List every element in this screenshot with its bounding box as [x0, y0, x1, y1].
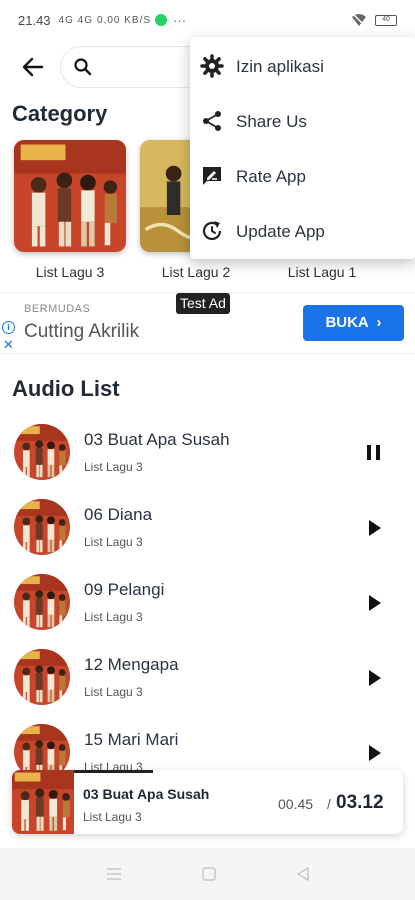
player-total-time: 03.12 [336, 792, 384, 813]
ad-cta-button[interactable]: BUKA › [303, 305, 404, 341]
play-icon[interactable] [360, 590, 388, 616]
track-title: 03 Buat Apa Susah [84, 430, 230, 449]
track-thumbnail [14, 424, 70, 480]
wifi-off-icon [352, 13, 366, 27]
list-item[interactable]: 09 Pelangi List Lagu 3 [0, 570, 415, 640]
track-title: 06 Diana [84, 505, 153, 524]
status-bar: 21.43 4G 4G 0,00 KB/S ··· 40 [0, 0, 415, 40]
ad-brand: BERMUDAS [24, 303, 91, 315]
whatsapp-icon [155, 14, 168, 26]
menu-item-permissions[interactable]: Izin aplikasi [190, 39, 415, 94]
track-thumbnail [14, 499, 70, 555]
status-time: 21.43 [18, 12, 51, 28]
track-title: 12 Mengapa [84, 655, 179, 674]
system-nav-bar [0, 848, 415, 900]
gear-icon [200, 54, 224, 78]
player-time-separator: / [327, 796, 331, 812]
back-nav-icon[interactable] [296, 867, 310, 881]
menu-item-label: Update App [236, 222, 325, 241]
category-name: List Lagu 2 [161, 264, 231, 280]
ad-headline: Cutting Akrilik [24, 321, 140, 342]
share-icon [203, 111, 221, 131]
ad-cta-label: BUKA [325, 314, 369, 331]
player-title: 03 Buat Apa Susah [83, 786, 210, 802]
play-icon[interactable] [360, 740, 388, 766]
ad-info-icon[interactable]: i [2, 321, 15, 334]
chevron-right-icon: › [372, 314, 382, 331]
more-notifications: ··· [173, 12, 187, 28]
audio-list-heading: Audio List [12, 376, 120, 401]
menu-item-label: Share Us [236, 112, 307, 131]
list-item[interactable]: 03 Buat Apa Susah List Lagu 3 [0, 420, 415, 490]
menu-item-update[interactable]: Update App [190, 204, 415, 259]
menu-item-label: Izin aplikasi [236, 57, 324, 76]
category-card[interactable]: List Lagu 3 [14, 140, 126, 280]
menu-item-share[interactable]: Share Us [190, 94, 415, 149]
track-thumbnail [14, 649, 70, 705]
menu-item-label: Rate App [236, 167, 306, 186]
track-thumbnail [14, 574, 70, 630]
ad-close-icon[interactable]: ✕ [3, 337, 14, 353]
menu-item-rate[interactable]: Rate App [190, 149, 415, 204]
mini-player[interactable]: 03 Buat Apa Susah List Lagu 3 00.45 / 03… [12, 770, 403, 834]
rate-icon [203, 167, 221, 185]
category-name: List Lagu 1 [287, 264, 357, 280]
play-icon[interactable] [360, 515, 388, 541]
track-subtitle: List Lagu 3 [84, 685, 143, 699]
signal-indicator: 4G 4G [58, 14, 94, 26]
category-name: List Lagu 3 [35, 264, 105, 280]
track-subtitle: List Lagu 3 [84, 610, 143, 624]
pause-icon[interactable] [360, 440, 388, 466]
category-thumbnail [14, 140, 126, 252]
play-icon[interactable] [360, 665, 388, 691]
player-subtitle: List Lagu 3 [83, 810, 142, 824]
category-heading: Category [12, 101, 108, 126]
back-arrow-icon[interactable] [18, 52, 48, 82]
update-icon [202, 221, 222, 240]
track-subtitle: List Lagu 3 [84, 460, 143, 474]
home-nav-icon[interactable] [201, 867, 216, 881]
player-current-time: 00.45 [278, 796, 314, 812]
track-subtitle: List Lagu 3 [84, 535, 143, 549]
player-cover [12, 770, 74, 834]
search-icon [74, 58, 92, 76]
track-title: 15 Mari Mari [84, 730, 179, 749]
network-speed: 0,00 KB/S [97, 14, 152, 26]
list-item[interactable]: 12 Mengapa List Lagu 3 [0, 645, 415, 715]
battery-indicator: 40 [375, 14, 397, 26]
ad-banner[interactable]: Test Ad BERMUDAS i ✕ Cutting Akrilik BUK… [0, 292, 415, 354]
test-ad-label: Test Ad [176, 293, 230, 314]
overflow-menu: Izin aplikasi Share Us Rate App Update A… [190, 37, 415, 259]
list-item[interactable]: 06 Diana List Lagu 3 [0, 495, 415, 565]
player-progress-bar[interactable] [74, 770, 153, 773]
track-title: 09 Pelangi [84, 580, 165, 599]
menu-nav-icon[interactable] [106, 867, 122, 881]
